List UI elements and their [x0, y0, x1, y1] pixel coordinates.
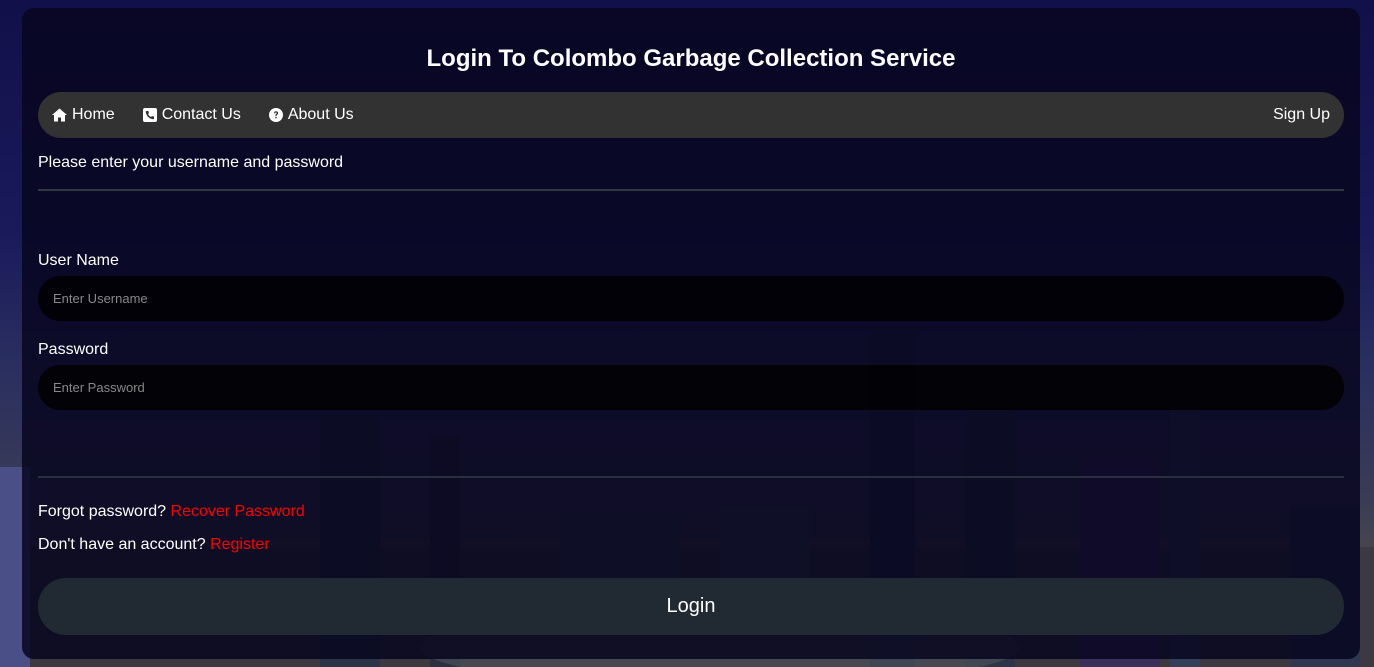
password-label: Password — [38, 341, 109, 358]
register-link[interactable]: Register — [210, 536, 270, 553]
register-text: Don't have an account? — [38, 536, 206, 553]
nav-signup-label: Sign Up — [1273, 106, 1330, 123]
nav-home-label: Home — [72, 106, 115, 123]
nav-contact-label: Contact Us — [161, 106, 241, 123]
nav-about-link[interactable]: About Us — [268, 106, 354, 124]
form-instruction: Please enter your username and password — [38, 154, 344, 171]
question-circle-icon — [268, 108, 283, 122]
forgot-password-text: Forgot password? — [38, 503, 167, 520]
navbar: Home Contact Us About Us Sign Up — [38, 92, 1344, 138]
username-input[interactable] — [38, 276, 1344, 321]
page-title: Login To Colombo Garbage Collection Serv… — [426, 45, 956, 72]
recover-password-link[interactable]: Recover Password — [171, 503, 305, 520]
nav-signup-link[interactable]: Sign Up — [1273, 106, 1330, 124]
divider-bottom — [38, 476, 1344, 478]
nav-contact-link[interactable]: Contact Us — [142, 106, 241, 124]
login-panel: Login To Colombo Garbage Collection Serv… — [22, 8, 1360, 659]
phone-icon — [142, 108, 157, 122]
register-line: Don't have an account? Register — [38, 536, 1344, 554]
home-icon — [52, 108, 67, 122]
nav-home-link[interactable]: Home — [52, 106, 115, 124]
divider-top — [38, 189, 1344, 191]
login-button[interactable]: Login — [38, 578, 1344, 635]
nav-about-label: About Us — [287, 106, 354, 123]
password-input[interactable] — [38, 365, 1344, 410]
username-label: User Name — [38, 252, 119, 269]
forgot-password-line: Forgot password? Recover Password — [38, 503, 1344, 521]
